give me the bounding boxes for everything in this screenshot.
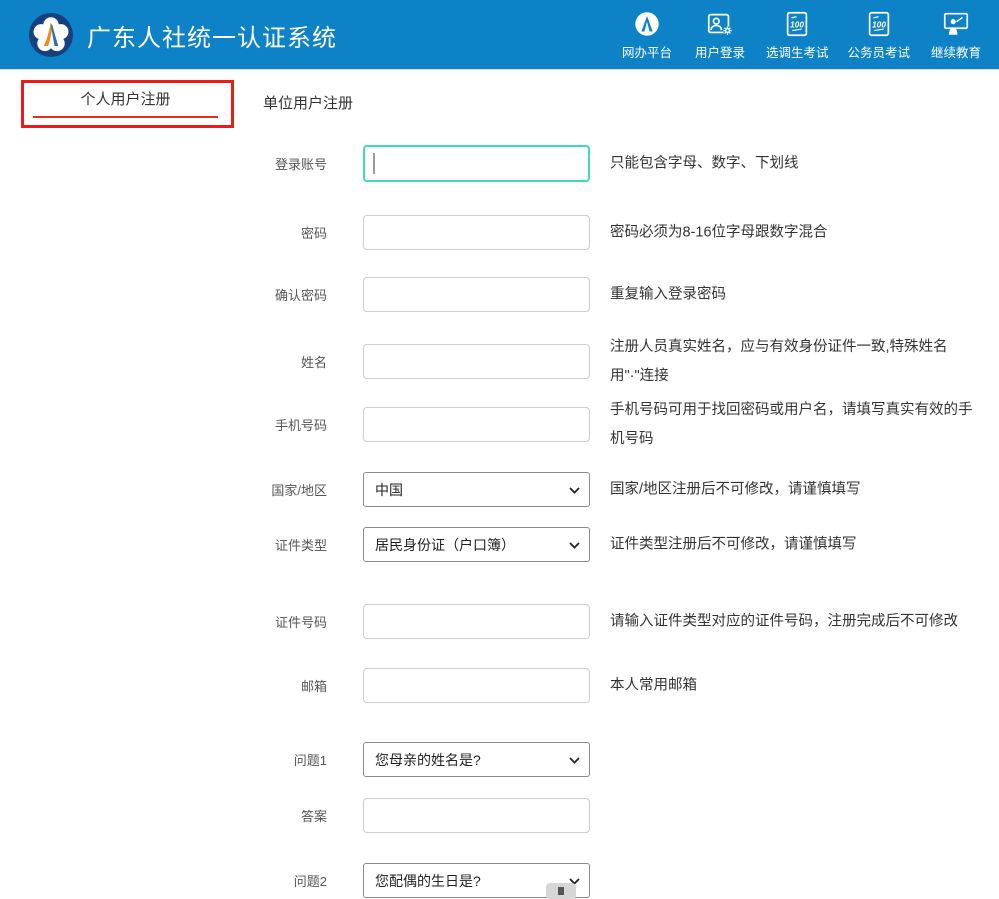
tab-personal-register-label: 个人用户注册 — [80, 91, 170, 108]
field-label: 问题1 — [0, 742, 327, 777]
field-label: 确认密码 — [0, 277, 327, 312]
email-input[interactable] — [363, 668, 590, 703]
field-label: 国家/地区 — [0, 472, 327, 507]
site-title: 广东人社统一认证系统 — [87, 18, 337, 53]
app-header: 广东人社统一认证系统 网办平台 用户登录 — [0, 0, 999, 70]
text-caret — [373, 153, 375, 174]
confirm-password-input[interactable] — [363, 277, 590, 312]
password-input[interactable] — [363, 215, 590, 250]
country-select-value: 中国 — [375, 480, 403, 500]
question1-select[interactable]: 您母亲的姓名是? — [363, 742, 590, 777]
field-label: 密码 — [0, 215, 327, 250]
country-select[interactable]: 中国 — [363, 472, 590, 507]
answer-row: 答案 — [0, 798, 999, 833]
chevron-down-icon — [569, 757, 580, 764]
login-account-row: 登录账号 只能包含字母、数字、下划线 — [0, 146, 999, 181]
nav-label: 公务员考试 — [847, 42, 910, 61]
svg-text:100: 100 — [872, 19, 886, 29]
mobile-row: 手机号码 手机号码可用于找回密码或用户名，请填写真实有效的手机号码 — [0, 407, 999, 442]
field-hint: 手机号码可用于找回密码或用户名，请填写真实有效的手机号码 — [610, 396, 982, 454]
nav-web-platform[interactable]: 网办平台 — [620, 9, 674, 61]
nav-xuandiaosheng-exam[interactable]: 100 选调生考试 — [766, 9, 829, 61]
question2-select-value: 您配偶的生日是? — [375, 871, 481, 891]
field-hint: 本人常用邮箱 — [610, 671, 982, 700]
name-row: 姓名 注册人员真实姓名，应与有效身份证件一致,特殊姓名用"·"连接 — [0, 344, 999, 379]
field-hint: 请输入证件类型对应的证件号码，注册完成后不可修改 — [610, 607, 982, 636]
id-number-row: 证件号码 请输入证件类型对应的证件号码，注册完成后不可修改 — [0, 604, 999, 639]
field-label: 姓名 — [0, 344, 327, 379]
question1-select-value: 您母亲的姓名是? — [375, 750, 481, 770]
field-label: 手机号码 — [0, 407, 327, 442]
mobile-input[interactable] — [363, 407, 590, 442]
field-label: 登录账号 — [0, 146, 327, 181]
id-type-select[interactable]: 居民身份证（户口簿） — [363, 527, 590, 562]
field-label: 答案 — [0, 798, 327, 833]
chevron-down-icon — [569, 487, 580, 494]
nav-user-login[interactable]: 用户登录 — [693, 9, 747, 61]
site-logo-icon — [28, 12, 74, 58]
field-hint: 证件类型注册后不可修改，请谨慎填写 — [610, 530, 982, 559]
nav-continuing-education[interactable]: 继续教育 — [929, 9, 983, 61]
field-hint: 国家/地区注册后不可修改，请谨慎填写 — [610, 475, 982, 504]
login-account-input[interactable] — [363, 145, 590, 182]
field-hint: 只能包含字母、数字、下划线 — [610, 149, 982, 178]
user-card-gear-icon — [705, 9, 735, 39]
chevron-down-icon — [569, 542, 580, 549]
question2-row: 问题2 您配偶的生日是? — [0, 863, 999, 898]
exam-score-100-icon: 100 — [782, 9, 812, 39]
header-nav: 网办平台 用户登录 100 选调生考试 — [620, 0, 983, 70]
nav-label: 选调生考试 — [766, 42, 829, 61]
teacher-board-icon — [941, 9, 971, 39]
field-label: 邮箱 — [0, 668, 327, 703]
password-row: 密码 密码必须为8-16位字母跟数字混合 — [0, 215, 999, 250]
nav-label: 用户登录 — [695, 42, 745, 61]
id-type-select-value: 居民身份证（户口簿） — [375, 535, 515, 555]
field-hint: 密码必须为8-16位字母跟数字混合 — [610, 218, 982, 247]
field-label: 证件号码 — [0, 604, 327, 639]
partial-clipped-element — [546, 883, 576, 899]
country-row: 国家/地区 中国 国家/地区注册后不可修改，请谨慎填写 — [0, 472, 999, 507]
nav-civil-servant-exam[interactable]: 100 公务员考试 — [847, 9, 910, 61]
field-label: 证件类型 — [0, 527, 327, 562]
field-hint: 重复输入登录密码 — [610, 280, 982, 309]
tab-unit-register-label: 单位用户注册 — [263, 95, 353, 112]
id-type-row: 证件类型 居民身份证（户口簿） 证件类型注册后不可修改，请谨慎填写 — [0, 527, 999, 562]
portal-logo-icon — [632, 9, 662, 39]
confirm-password-row: 确认密码 重复输入登录密码 — [0, 277, 999, 312]
nav-label: 网办平台 — [622, 42, 672, 61]
svg-text:100: 100 — [790, 19, 804, 29]
email-row: 邮箱 本人常用邮箱 — [0, 668, 999, 703]
field-label: 问题2 — [0, 863, 327, 898]
brand: 广东人社统一认证系统 — [28, 0, 337, 70]
answer-input[interactable] — [363, 798, 590, 833]
name-input[interactable] — [363, 344, 590, 379]
tab-personal-register[interactable]: 个人用户注册 — [33, 89, 218, 118]
field-hint: 注册人员真实姓名，应与有效身份证件一致,特殊姓名用"·"连接 — [610, 333, 982, 391]
tab-unit-register[interactable]: 单位用户注册 — [263, 92, 353, 113]
question1-row: 问题1 您母亲的姓名是? — [0, 742, 999, 777]
nav-label: 继续教育 — [931, 42, 981, 61]
id-number-input[interactable] — [363, 604, 590, 639]
exam-score-100-icon: 100 — [864, 9, 894, 39]
